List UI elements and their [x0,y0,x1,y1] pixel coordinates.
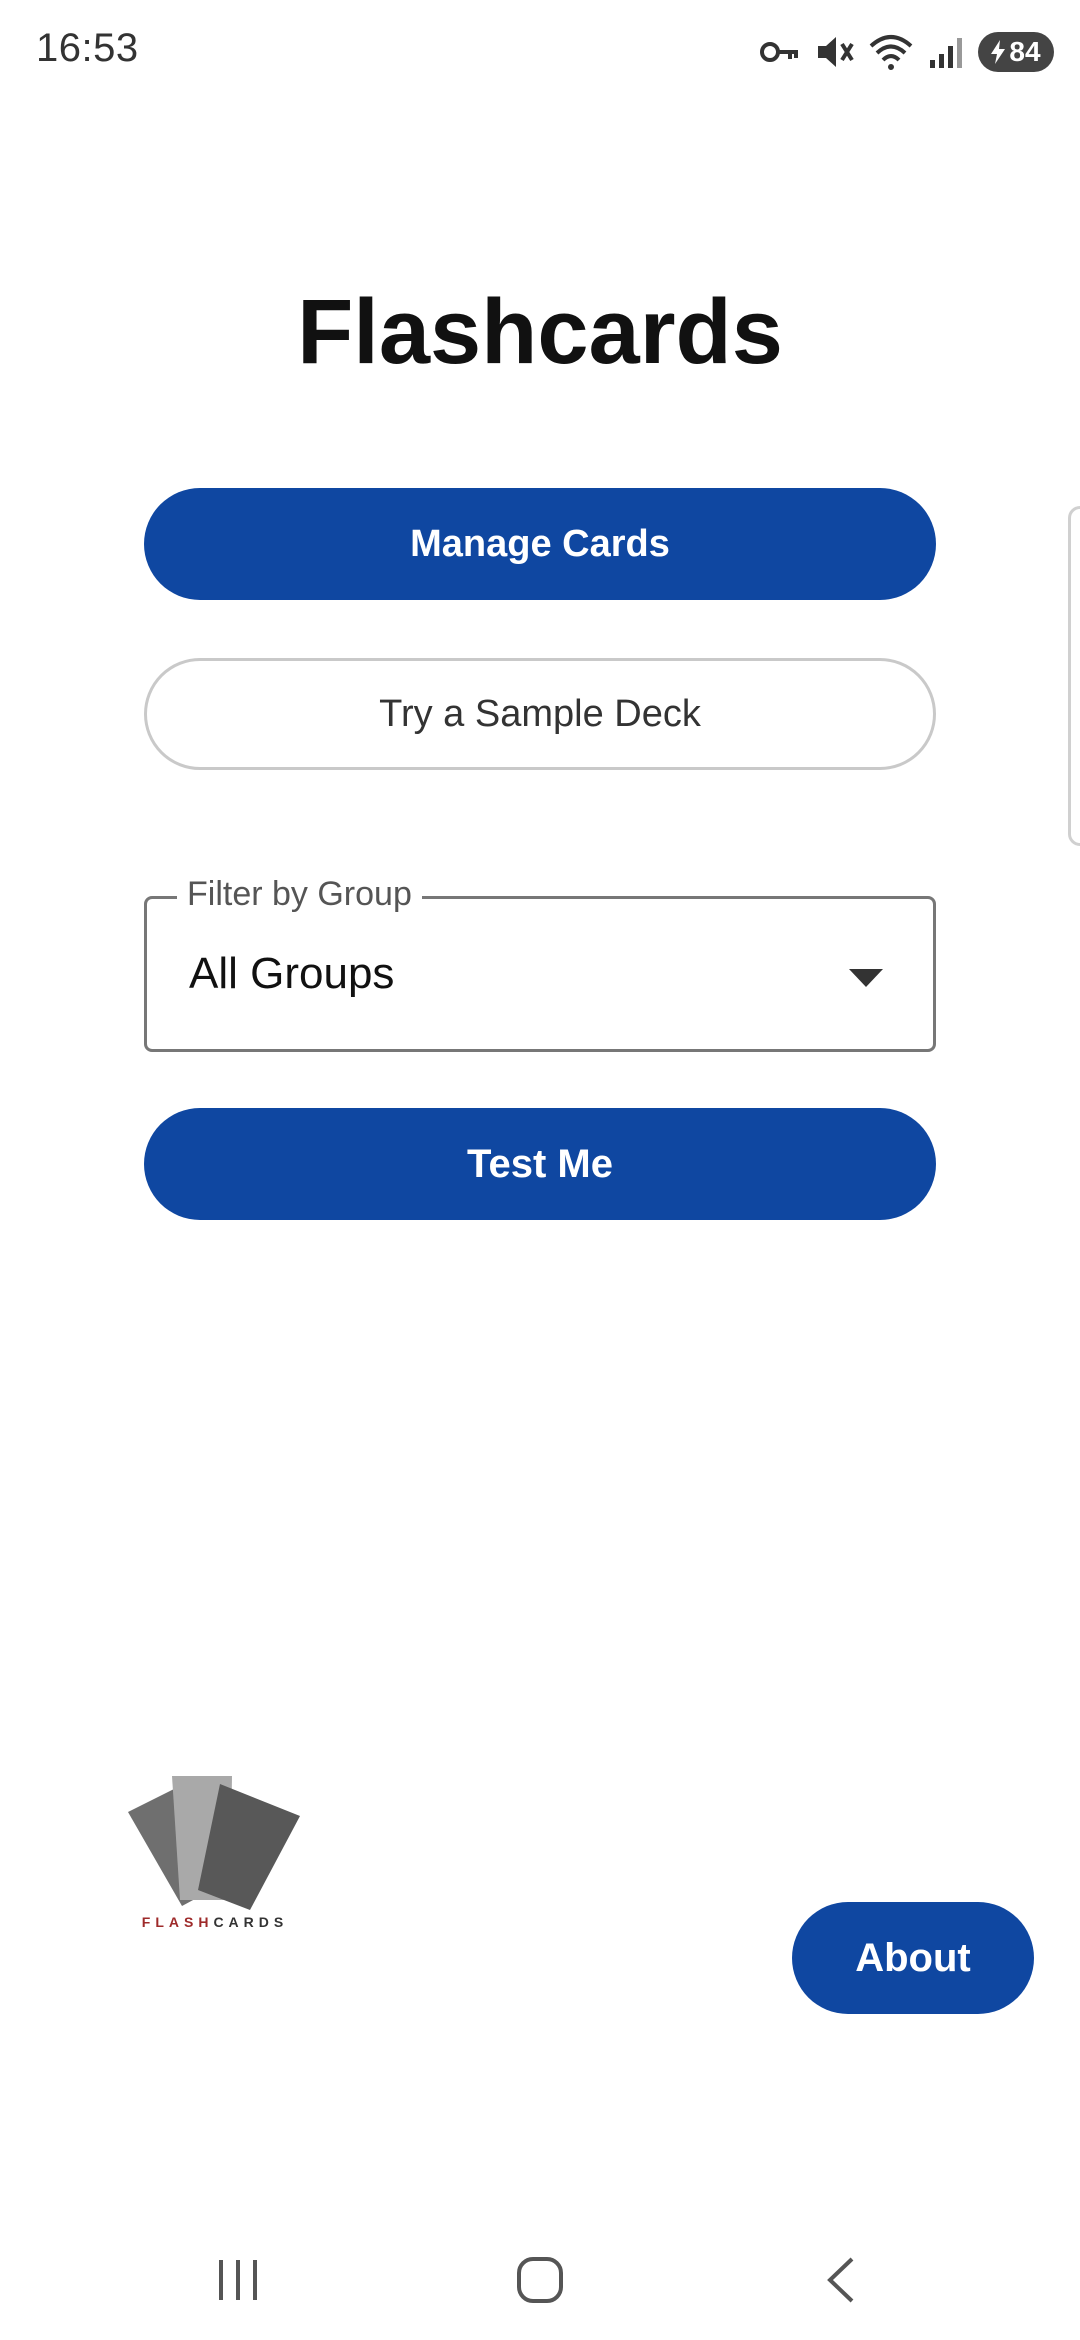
back-icon[interactable] [800,2248,880,2312]
battery-level: 84 [1009,36,1041,67]
vibrate-mute-icon [814,32,854,72]
filter-label: Filter by Group [177,875,422,914]
sample-deck-button[interactable]: Try a Sample Deck [144,658,936,770]
about-button[interactable]: About [792,1902,1034,2014]
battery-charging-icon: 84 [978,32,1054,72]
test-me-button[interactable]: Test Me [144,1108,936,1220]
screen: 16:53 84 Flashcards Manage Cards Try a S… [0,0,1080,2340]
recent-apps-icon[interactable] [198,2248,278,2312]
signal-icon [928,34,964,70]
status-bar: 16:53 84 [0,0,1080,100]
manage-cards-button[interactable]: Manage Cards [144,488,936,600]
system-nav-bar [0,2220,1080,2340]
vpn-key-icon [760,37,800,67]
wifi-icon [868,32,914,72]
page-title: Flashcards [297,281,783,383]
status-icons: 84 [760,30,1054,74]
filter-value: All Groups [189,949,395,998]
edge-panel-handle[interactable] [1068,506,1080,846]
status-time: 16:53 [36,26,139,70]
app-logo: FLASHCARDS [120,1772,310,1942]
home-icon[interactable] [500,2248,580,2312]
filter-group-select[interactable]: Filter by Group All Groups [144,875,936,1052]
dropdown-arrow-icon [849,969,883,992]
logo-text: FLASHCARDS [141,1914,289,1930]
